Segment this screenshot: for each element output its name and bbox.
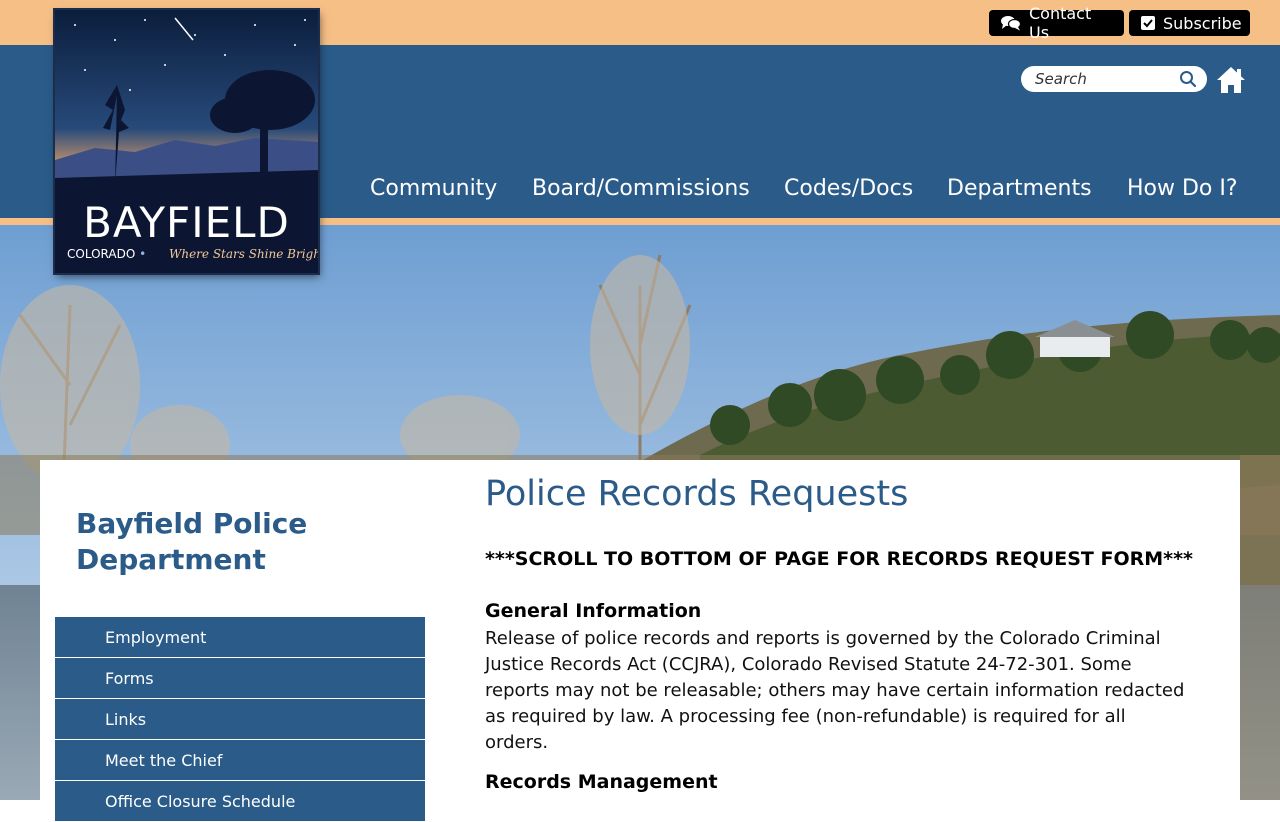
search-input[interactable]: [1035, 70, 1165, 88]
site-logo[interactable]: BAYFIELD COLORADO • Where Stars Shine Br…: [55, 10, 318, 273]
sidebar-item-links[interactable]: Links: [55, 699, 425, 740]
subscribe-label: Subscribe: [1163, 13, 1242, 33]
search-box: [1021, 66, 1207, 92]
nav-item-how-do-i[interactable]: How Do I?: [1127, 176, 1238, 201]
chat-bubbles-icon: [1001, 15, 1021, 31]
contact-us-button[interactable]: Contact Us: [989, 4, 1124, 42]
records-form-notice: ***SCROLL TO BOTTOM OF PAGE FOR RECORDS …: [485, 548, 1193, 570]
checkbox-icon: [1141, 16, 1155, 30]
sidebar-nav: Employment Forms Links Meet the Chief Of…: [55, 617, 425, 822]
sidebar-item-employment[interactable]: Employment: [55, 617, 425, 658]
sidebar-item-meet-the-chief[interactable]: Meet the Chief: [55, 740, 425, 781]
nav-item-codes-docs[interactable]: Codes/Docs: [784, 176, 913, 201]
sidebar-item-office-closure-schedule[interactable]: Office Closure Schedule: [55, 781, 425, 822]
logo-state-text: COLORADO: [67, 247, 136, 261]
logo-state: COLORADO •: [67, 247, 146, 261]
logo-tagline: Where Stars Shine Bright: [169, 247, 318, 261]
general-info-heading: General Information: [485, 600, 702, 622]
page-title: Police Records Requests: [485, 474, 909, 514]
nav-item-departments[interactable]: Departments: [947, 176, 1092, 201]
sidebar-item-forms[interactable]: Forms: [55, 658, 425, 699]
sidebar-title[interactable]: Bayfield Police Department: [76, 506, 406, 578]
records-management-heading: Records Management: [485, 771, 718, 793]
home-icon[interactable]: [1216, 66, 1246, 98]
contact-us-label: Contact Us: [1029, 4, 1092, 42]
logo-separator: •: [139, 247, 147, 261]
search-icon[interactable]: [1179, 70, 1197, 88]
logo-title: BAYFIELD: [83, 198, 290, 247]
subscribe-button[interactable]: Subscribe: [1129, 10, 1250, 36]
nav-item-community[interactable]: Community: [370, 176, 497, 201]
nav-item-board-commissions[interactable]: Board/Commissions: [532, 176, 750, 201]
general-info-text: Release of police records and reports is…: [485, 628, 1185, 753]
